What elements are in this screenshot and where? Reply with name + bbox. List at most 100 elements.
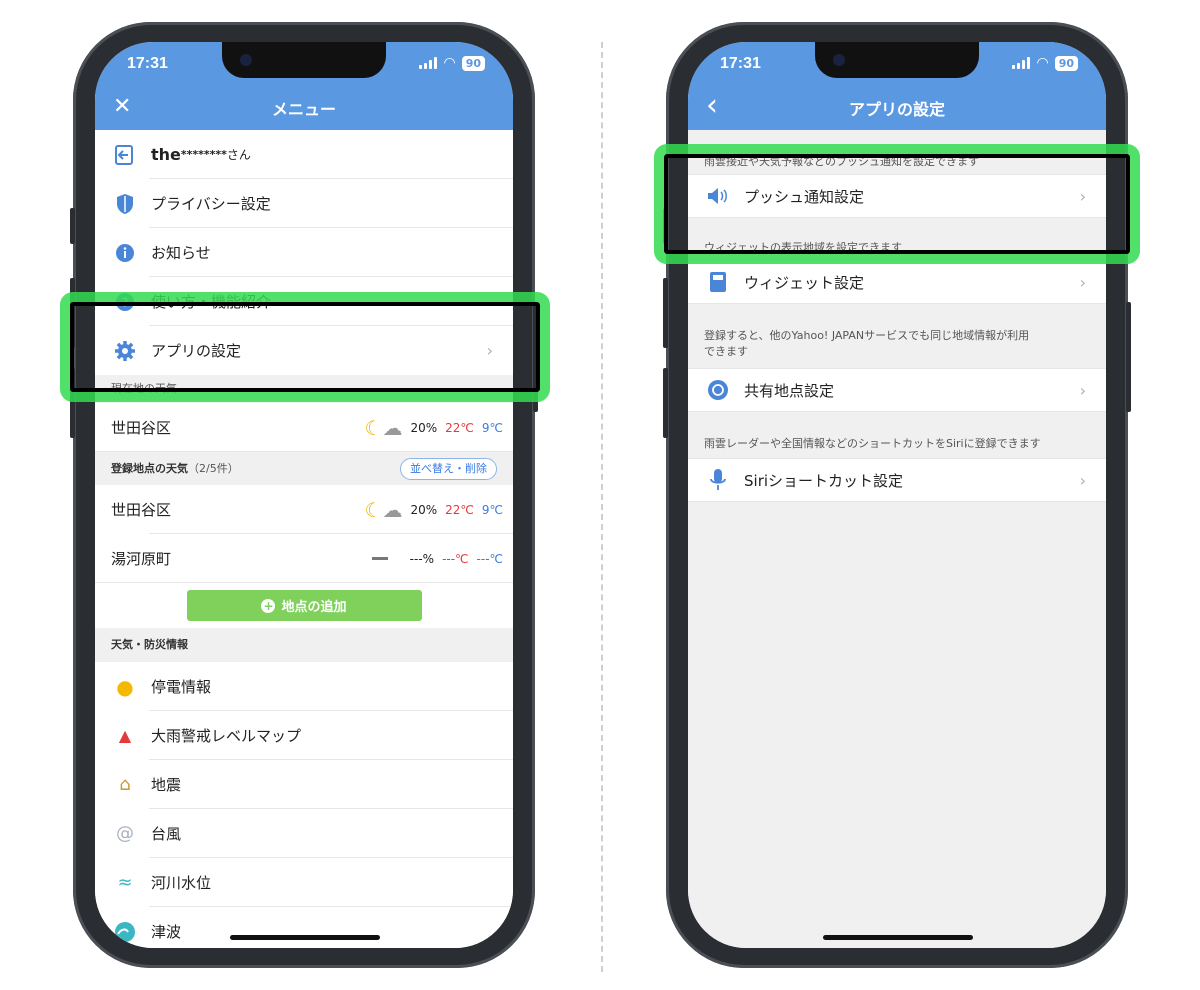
info-icon (113, 241, 137, 265)
screen-app-settings: 17:31 ◠ 90 ‹ アプリの設定 雨雲接近や天気予報などのプッシュ通知を設… (688, 42, 1106, 948)
close-icon[interactable]: ✕ (113, 94, 131, 119)
menu-item-label: アプリの設定 (151, 342, 242, 360)
status-time: 17:31 (127, 55, 168, 72)
divider (601, 42, 603, 972)
place-name: 世田谷区 (111, 419, 172, 437)
menu-item-label: 津波 (151, 923, 182, 941)
disaster-item-heavy-rain-map[interactable]: ▲ 大雨警戒レベルマップ (95, 711, 513, 760)
menu-item-privacy[interactable]: プライバシー設定 (95, 179, 513, 228)
add-location-button[interactable]: + 地点の追加 (186, 590, 422, 621)
status-time: 17:31 (720, 55, 761, 72)
settings-item-label: プッシュ通知設定 (744, 187, 865, 206)
notch (815, 42, 979, 78)
logout-icon (113, 143, 137, 167)
menu-item-news[interactable]: お知らせ (95, 228, 513, 277)
menu-item-label: 停電情報 (151, 678, 212, 696)
typhoon-icon: @ (116, 823, 134, 844)
lightbulb-icon: ● (116, 674, 134, 699)
siri-note: 雨雲レーダーや全国情報などのショートカットをSiriに登録できます (688, 430, 1106, 458)
menu-item-label: 大雨警戒レベルマップ (151, 727, 302, 745)
current-weather-row[interactable]: 世田谷区 ☾☁ 20% 22℃ 9℃ (95, 403, 513, 452)
widget-settings[interactable]: ウィジェット設定 › (688, 260, 1106, 304)
settings-item-label: Siriショートカット設定 (744, 471, 904, 490)
menu-item-account[interactable]: the ******** さん (95, 130, 513, 179)
low-temp: ---℃ (476, 551, 503, 566)
registered-row[interactable]: 世田谷区 ☾☁ 20% 22℃ 9℃ (95, 485, 513, 534)
rain-chance: 20% (410, 502, 438, 517)
menu-item-help[interactable]: ? 使い方・機能紹介 (95, 277, 513, 326)
wifi-icon: ◠ (1036, 55, 1049, 71)
page-title: アプリの設定 (848, 100, 945, 119)
push-notification-settings[interactable]: プッシュ通知設定 › (688, 174, 1106, 218)
signal-icon (419, 57, 438, 69)
battery-icon: 90 (461, 55, 485, 71)
tsunami-icon (113, 920, 137, 944)
place-name: 湯河原町 (111, 550, 172, 568)
settings-item-label: 共有地点設定 (744, 381, 835, 400)
menu-item-label: お知らせ (151, 244, 211, 262)
home-indicator (230, 935, 380, 940)
screen-menu: 17:31 ◠ 90 ✕ メニュー the ******** さん プライバシー… (95, 42, 513, 948)
shield-icon (113, 192, 137, 216)
push-note: 雨雲接近や天気予報などのプッシュ通知を設定できます (688, 148, 1106, 174)
high-temp: ---℃ (442, 551, 469, 566)
menu-item-label: プライバシー設定 (151, 195, 271, 213)
widget-note: ウィジェットの表示地域を設定できます (688, 240, 1106, 260)
rain-chance: 20% (410, 420, 438, 435)
widget-icon (706, 270, 730, 294)
battery-icon: 90 (1054, 55, 1078, 71)
disaster-item-earthquake[interactable]: ⌂ 地震 (95, 760, 513, 809)
disaster-item-river-level[interactable]: ≈ 河川水位 (95, 858, 513, 907)
section-title: 登録地点の天気 (111, 461, 188, 475)
menu-item-app-settings[interactable]: アプリの設定 › (95, 326, 513, 375)
section-registered: 登録地点の天気 （2/5件） 並べ替え・削除 (95, 452, 513, 485)
add-location-container: + 地点の追加 (95, 583, 513, 628)
moon-cloud-icon: ☾☁ (364, 497, 403, 522)
shared-location-note: 登録すると、他のYahoo! JAPANサービスでも同じ地域情報が利用できます (688, 322, 1106, 368)
siri-shortcut-settings[interactable]: Siriショートカット設定 › (688, 458, 1106, 502)
help-icon: ? (113, 290, 137, 314)
registered-row[interactable]: 湯河原町 ---% ---℃ ---℃ (95, 534, 513, 583)
section-title: 天気・防災情報 (111, 638, 188, 651)
section-disaster: 天気・防災情報 (95, 628, 513, 662)
menu-item-label: 台風 (151, 825, 182, 843)
moon-cloud-icon: ☾☁ (364, 415, 403, 440)
chevron-right-icon: › (1079, 187, 1086, 206)
notch (222, 42, 386, 78)
low-temp: 9℃ (481, 502, 503, 517)
high-temp: 22℃ (445, 420, 474, 435)
menu-item-label: 地震 (151, 776, 182, 794)
chevron-right-icon: › (1079, 471, 1086, 490)
account-name: the (151, 145, 181, 164)
microphone-icon (706, 468, 730, 492)
settings-item-label: ウィジェット設定 (744, 273, 865, 292)
plus-circle-icon: + (261, 598, 276, 613)
river-house-icon: ≈ (117, 872, 133, 893)
home-indicator (823, 935, 973, 940)
add-location-label: 地点の追加 (281, 600, 347, 615)
registered-count: （2/5件） (188, 461, 239, 475)
back-icon[interactable]: ‹ (706, 88, 718, 123)
speaker-icon (706, 184, 730, 208)
signal-icon (1012, 57, 1031, 69)
low-temp: 9℃ (481, 420, 503, 435)
account-mask: ******** (180, 148, 227, 161)
gear-icon (113, 339, 137, 363)
chevron-right-icon: › (486, 341, 493, 360)
chevron-right-icon: › (1079, 273, 1086, 292)
no-data-icon (371, 557, 388, 560)
place-name: 世田谷区 (111, 501, 172, 519)
chevron-right-icon: › (1079, 381, 1086, 400)
shared-location-settings[interactable]: 共有地点設定 › (688, 368, 1106, 412)
high-temp: 22℃ (445, 502, 474, 517)
sort-delete-button[interactable]: 並べ替え・削除 (400, 457, 497, 480)
disaster-item-tsunami[interactable]: 津波 (95, 907, 513, 948)
section-current-weather: 現在地の天気 (95, 375, 513, 403)
disaster-item-typhoon[interactable]: @ 台風 (95, 809, 513, 858)
page-title: メニュー (271, 100, 336, 119)
nav-bar: ‹ アプリの設定 (688, 86, 1106, 130)
disaster-item-power-outage[interactable]: ● 停電情報 (95, 662, 513, 711)
rain-chance: ---% (409, 551, 435, 566)
rain-warning-icon: ▲ (118, 726, 132, 745)
sync-icon (706, 378, 730, 402)
